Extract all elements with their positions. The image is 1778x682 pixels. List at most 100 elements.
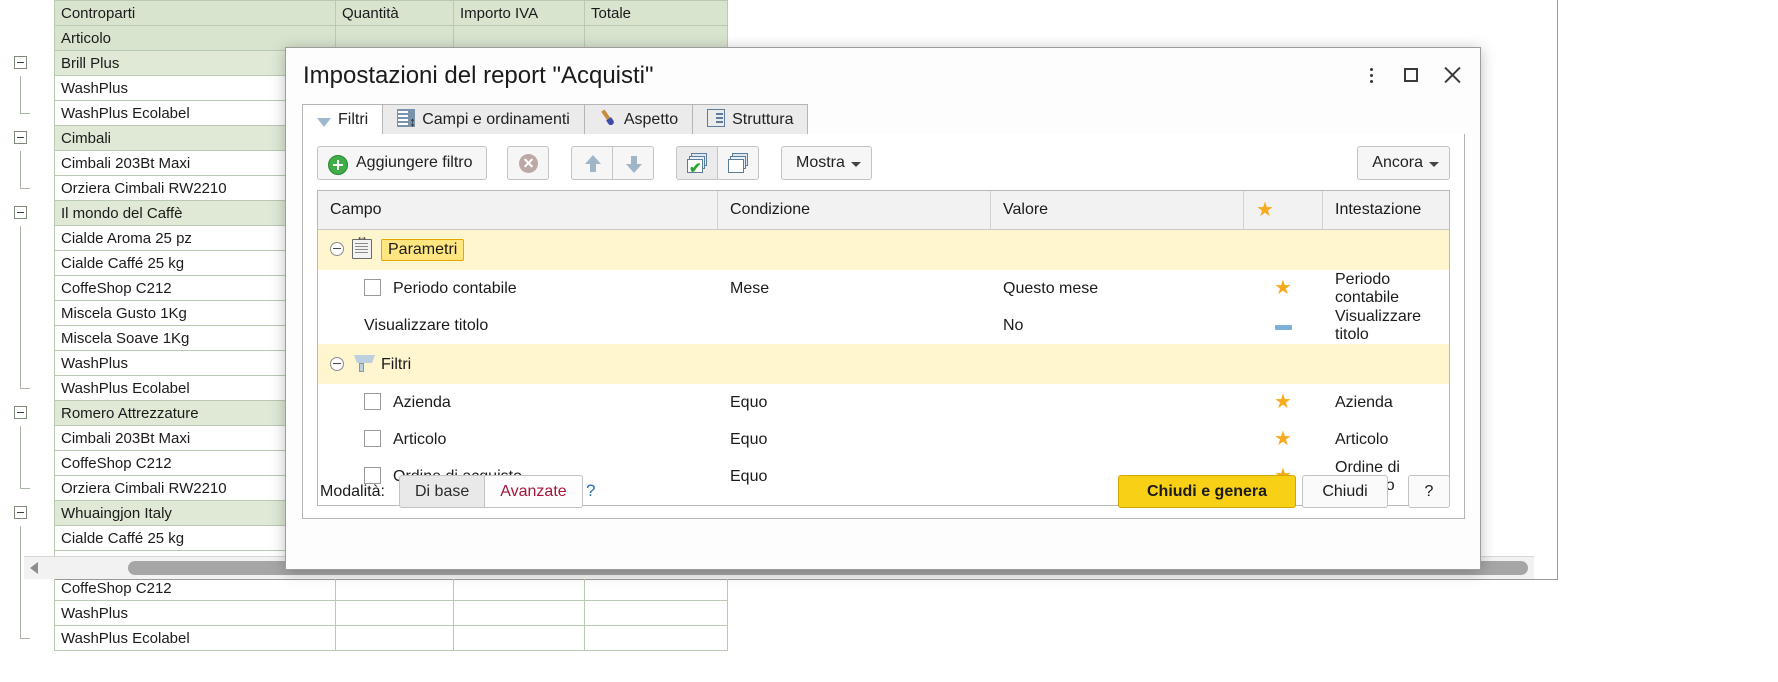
tab-filtri[interactable]: Filtri xyxy=(302,104,384,142)
expander-collapse-icon[interactable] xyxy=(330,242,344,256)
grid-tree-cell[interactable] xyxy=(0,500,55,526)
filters-grid[interactable]: Campo Condizione Valore ★ Intestazione P… xyxy=(317,190,1450,506)
filter-condition-cell[interactable]: Equo xyxy=(718,384,991,421)
tree-line xyxy=(20,375,30,389)
filter-checkbox[interactable] xyxy=(364,279,381,296)
filter-condition-cell[interactable] xyxy=(718,307,991,344)
grid-tree-cell[interactable] xyxy=(0,75,55,101)
dash-icon[interactable] xyxy=(1274,324,1292,330)
grid-tree-cell[interactable] xyxy=(0,100,55,126)
close-button[interactable]: Chiudi xyxy=(1302,475,1388,508)
mode-help-link[interactable]: ? xyxy=(586,481,595,501)
grid-tree-cell[interactable] xyxy=(0,400,55,426)
filter-condition-cell[interactable]: Mese xyxy=(718,270,991,307)
filter-group-cell[interactable]: Parametri xyxy=(318,229,718,271)
tab-aspetto[interactable]: Aspetto xyxy=(583,104,694,134)
grid-tree-cell[interactable] xyxy=(0,575,55,601)
grid-tree-cell[interactable] xyxy=(0,425,55,451)
filter-field-cell[interactable]: Periodo contabile xyxy=(318,270,718,307)
grid-tree-cell[interactable] xyxy=(0,150,55,176)
filter-row[interactable]: Visualizzare titolo No Visualizzare titolo xyxy=(318,307,1449,344)
add-filter-button[interactable]: Aggiungere filtro xyxy=(317,146,487,180)
move-down-button[interactable] xyxy=(612,146,654,180)
grid-row[interactable]: CoffeShop C212 xyxy=(0,575,1635,601)
filter-field-cell[interactable]: Articolo xyxy=(318,421,718,458)
grid-row[interactable]: WashPlus xyxy=(0,600,1635,626)
col-header-condizione[interactable]: Condizione xyxy=(717,191,991,230)
close-icon[interactable] xyxy=(1438,60,1468,90)
grid-tree-cell[interactable] xyxy=(0,50,55,76)
col-header-valore[interactable]: Valore xyxy=(990,191,1244,230)
expander-collapse-icon[interactable] xyxy=(330,357,344,371)
grid-item-label[interactable]: WashPlus Ecolabel xyxy=(54,625,336,651)
copy-button[interactable] xyxy=(717,146,759,180)
grid-item-label[interactable]: WashPlus xyxy=(54,600,336,626)
more-dropdown-button[interactable]: Ancora xyxy=(1357,146,1450,180)
tab-struttura[interactable]: Struttura xyxy=(692,104,809,134)
filter-checkbox[interactable] xyxy=(364,430,381,447)
filter-heading-cell[interactable]: Azienda xyxy=(1323,384,1449,421)
move-up-button[interactable] xyxy=(571,146,613,180)
filter-field-cell[interactable]: Azienda xyxy=(318,384,718,421)
help-button[interactable]: ? xyxy=(1408,475,1450,508)
expander-collapse-icon[interactable] xyxy=(14,205,27,219)
filter-row[interactable]: Articolo Equo ★ Articolo xyxy=(318,421,1449,458)
filter-condition-cell[interactable]: Equo xyxy=(718,421,991,458)
delete-filter-button[interactable] xyxy=(507,146,549,180)
grid-tree-cell[interactable] xyxy=(0,475,55,501)
grid-tree-cell[interactable] xyxy=(0,600,55,626)
grid-tree-cell[interactable] xyxy=(0,200,55,226)
filter-star-cell[interactable]: ★ xyxy=(1244,421,1323,458)
grid-tree-cell[interactable] xyxy=(0,225,55,251)
col-header-campo[interactable]: Campo xyxy=(318,191,718,230)
expander-collapse-icon[interactable] xyxy=(14,55,27,69)
col-header-star[interactable]: ★ xyxy=(1243,191,1323,230)
filter-heading-cell[interactable]: Visualizzare titolo xyxy=(1323,307,1449,344)
col-header-intestazione[interactable]: Intestazione xyxy=(1322,191,1449,230)
filter-group-row[interactable]: Filtri xyxy=(318,344,1449,384)
filter-checkbox[interactable] xyxy=(364,393,381,410)
filter-heading-cell[interactable]: Periodo contabile xyxy=(1323,270,1449,307)
grid-tree-cell[interactable] xyxy=(0,325,55,351)
star-icon[interactable]: ★ xyxy=(1274,428,1292,450)
scroll-left-arrow-icon[interactable] xyxy=(30,562,38,574)
tab-campi-e-ordinamenti[interactable]: Campi e ordinamenti xyxy=(382,104,585,136)
mode-advanced-button[interactable]: Avanzate xyxy=(485,475,583,508)
filter-value-cell[interactable]: No xyxy=(991,307,1244,344)
filter-value-cell[interactable] xyxy=(991,421,1244,458)
filter-star-cell[interactable]: ★ xyxy=(1244,384,1323,421)
grid-tree-cell[interactable] xyxy=(0,300,55,326)
filter-heading-cell[interactable]: Articolo xyxy=(1323,421,1449,458)
mode-basic-button[interactable]: Di base xyxy=(399,475,486,508)
grid-tree-cell[interactable] xyxy=(0,250,55,276)
expander-collapse-icon[interactable] xyxy=(14,505,27,519)
expander-collapse-icon[interactable] xyxy=(14,405,27,419)
star-icon[interactable]: ★ xyxy=(1274,391,1292,413)
close-and-generate-button[interactable]: Chiudi e genera xyxy=(1118,475,1296,508)
grid-row[interactable]: WashPlus Ecolabel xyxy=(0,625,1635,651)
grid-tree-cell[interactable] xyxy=(0,450,55,476)
expander-collapse-icon[interactable] xyxy=(14,130,27,144)
filter-field-cell[interactable]: Visualizzare titolo xyxy=(318,307,718,344)
grid-tree-cell[interactable] xyxy=(0,375,55,401)
maximize-icon[interactable] xyxy=(1396,60,1426,90)
filter-value-cell[interactable]: Questo mese xyxy=(991,270,1244,307)
grid-tree-cell[interactable] xyxy=(0,125,55,151)
filter-row[interactable]: Periodo contabile Mese Questo mese ★ Periodo… xyxy=(318,270,1449,307)
show-dropdown-button[interactable]: Mostra xyxy=(781,146,872,180)
kebab-menu-icon[interactable] xyxy=(1356,60,1386,90)
filter-row[interactable]: Azienda Equo ★ Azienda xyxy=(318,384,1449,421)
filter-star-cell[interactable] xyxy=(1244,307,1323,344)
filter-group-cell[interactable]: Filtri xyxy=(318,344,718,384)
grid-tree-cell[interactable] xyxy=(0,525,55,551)
grid-tree-cell[interactable] xyxy=(0,175,55,201)
check-all-button[interactable]: ✔ xyxy=(676,146,718,180)
filter-value-cell[interactable] xyxy=(991,384,1244,421)
grid-tree-cell[interactable] xyxy=(0,625,55,651)
filter-star-cell[interactable]: ★ xyxy=(1244,270,1323,307)
grid-item-label[interactable]: CoffeShop C212 xyxy=(54,575,336,601)
grid-tree-cell[interactable] xyxy=(0,350,55,376)
star-icon[interactable]: ★ xyxy=(1274,277,1292,299)
filter-group-row[interactable]: Parametri xyxy=(318,229,1449,271)
grid-tree-cell[interactable] xyxy=(0,275,55,301)
